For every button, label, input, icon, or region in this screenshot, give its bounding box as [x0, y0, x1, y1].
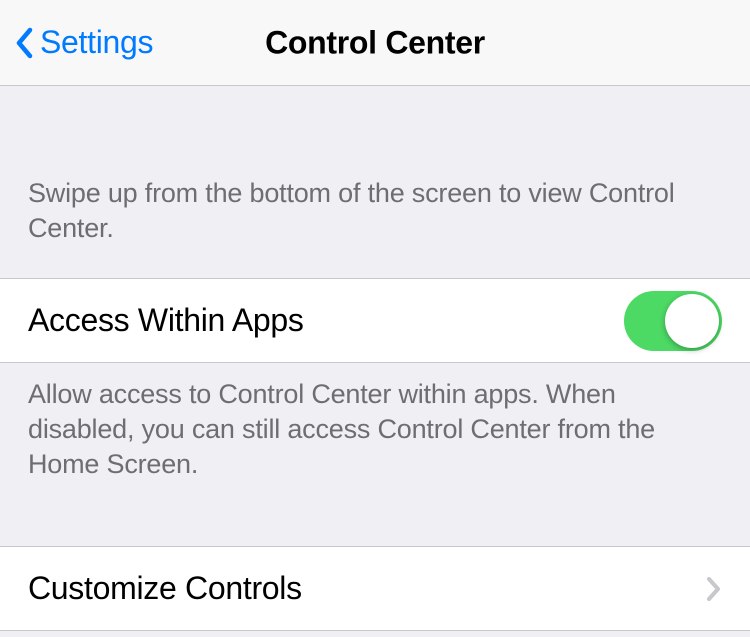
- toggle-knob: [665, 294, 719, 348]
- section-spacer: [0, 496, 750, 546]
- access-within-apps-label: Access Within Apps: [28, 302, 304, 339]
- access-footer-text: Allow access to Control Center within ap…: [0, 363, 750, 496]
- chevron-left-icon: [12, 24, 36, 62]
- chevron-right-icon: [706, 576, 722, 602]
- access-within-apps-row: Access Within Apps: [0, 278, 750, 363]
- nav-bar: Settings Control Center: [0, 0, 750, 86]
- customize-controls-label: Customize Controls: [28, 570, 302, 607]
- section-intro-text: Swipe up from the bottom of the screen t…: [0, 86, 750, 278]
- access-within-apps-toggle[interactable]: [624, 291, 722, 351]
- back-button[interactable]: Settings: [12, 24, 153, 62]
- customize-controls-row[interactable]: Customize Controls: [0, 546, 750, 631]
- back-label: Settings: [40, 24, 153, 61]
- page-title: Control Center: [265, 24, 485, 61]
